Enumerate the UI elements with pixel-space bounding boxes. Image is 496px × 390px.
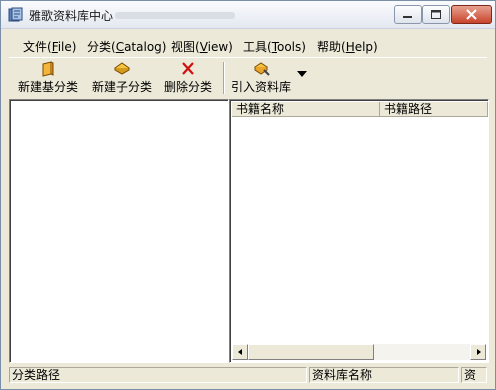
import-library-button[interactable]: 引入资料库	[227, 58, 295, 96]
status-library-name: 资料库名称	[309, 367, 459, 383]
status-bar: 分类路径 资料库名称 资	[9, 365, 487, 385]
status-category-path: 分类路径	[9, 367, 307, 383]
close-icon	[466, 9, 477, 20]
arrow-left-icon	[238, 349, 242, 355]
menu-bar: 文件(File) 分类(Catalog) 视图(View) 工具(Tools) …	[9, 35, 487, 55]
scroll-thumb[interactable]	[248, 344, 374, 360]
toolbar: 新建基分类 新建子分类 删除分类 引入资料库	[9, 57, 487, 98]
toolbar-separator	[223, 62, 225, 94]
window-title: 雅歌资料库中心	[29, 9, 114, 23]
new-base-category-button[interactable]: 新建基分类	[13, 58, 83, 96]
minimize-icon	[403, 16, 412, 18]
book-list-pane[interactable]: 书籍名称 书籍路径	[229, 99, 489, 363]
open-book-icon	[114, 62, 130, 75]
menu-tools[interactable]: 工具(Tools)	[243, 38, 306, 55]
delete-category-label: 删除分类	[163, 80, 212, 94]
delete-x-icon	[182, 62, 194, 75]
menu-view[interactable]: 视图(View)	[171, 38, 233, 55]
minimize-button[interactable]	[394, 5, 422, 24]
status-extra: 资	[461, 367, 487, 383]
scroll-left-button[interactable]	[232, 344, 248, 360]
dropdown-arrow-icon	[297, 71, 307, 77]
scroll-right-button[interactable]	[470, 344, 486, 360]
title-bar[interactable]: 雅歌资料库中心	[1, 1, 495, 29]
delete-category-button[interactable]: 删除分类	[159, 58, 217, 96]
book-icon	[42, 61, 54, 77]
app-icon	[8, 7, 23, 22]
maximize-button[interactable]	[422, 5, 450, 24]
menu-file[interactable]: 文件(File)	[23, 38, 76, 55]
column-header-book-path[interactable]: 书籍路径	[380, 102, 488, 117]
arrow-right-icon	[477, 349, 481, 355]
menu-catalog[interactable]: 分类(Catalog)	[87, 38, 166, 55]
import-library-dropdown[interactable]	[295, 58, 309, 96]
column-header-book-name[interactable]: 书籍名称	[232, 102, 380, 117]
import-library-label: 引入资料库	[230, 80, 291, 94]
app-window: 雅歌资料库中心 文件(File) 分类(Catalog) 视图(View) 工具…	[0, 0, 496, 390]
new-sub-category-button[interactable]: 新建子分类	[87, 58, 157, 96]
category-tree-pane[interactable]	[9, 99, 229, 363]
title-blurred-area	[115, 12, 235, 19]
import-library-icon	[254, 62, 270, 76]
menu-help[interactable]: 帮助(Help)	[317, 38, 378, 55]
close-button[interactable]	[451, 5, 492, 24]
new-base-category-label: 新建基分类	[17, 80, 78, 94]
maximize-icon	[431, 10, 441, 19]
new-sub-category-label: 新建子分类	[91, 80, 152, 94]
horizontal-scrollbar[interactable]	[232, 344, 486, 360]
